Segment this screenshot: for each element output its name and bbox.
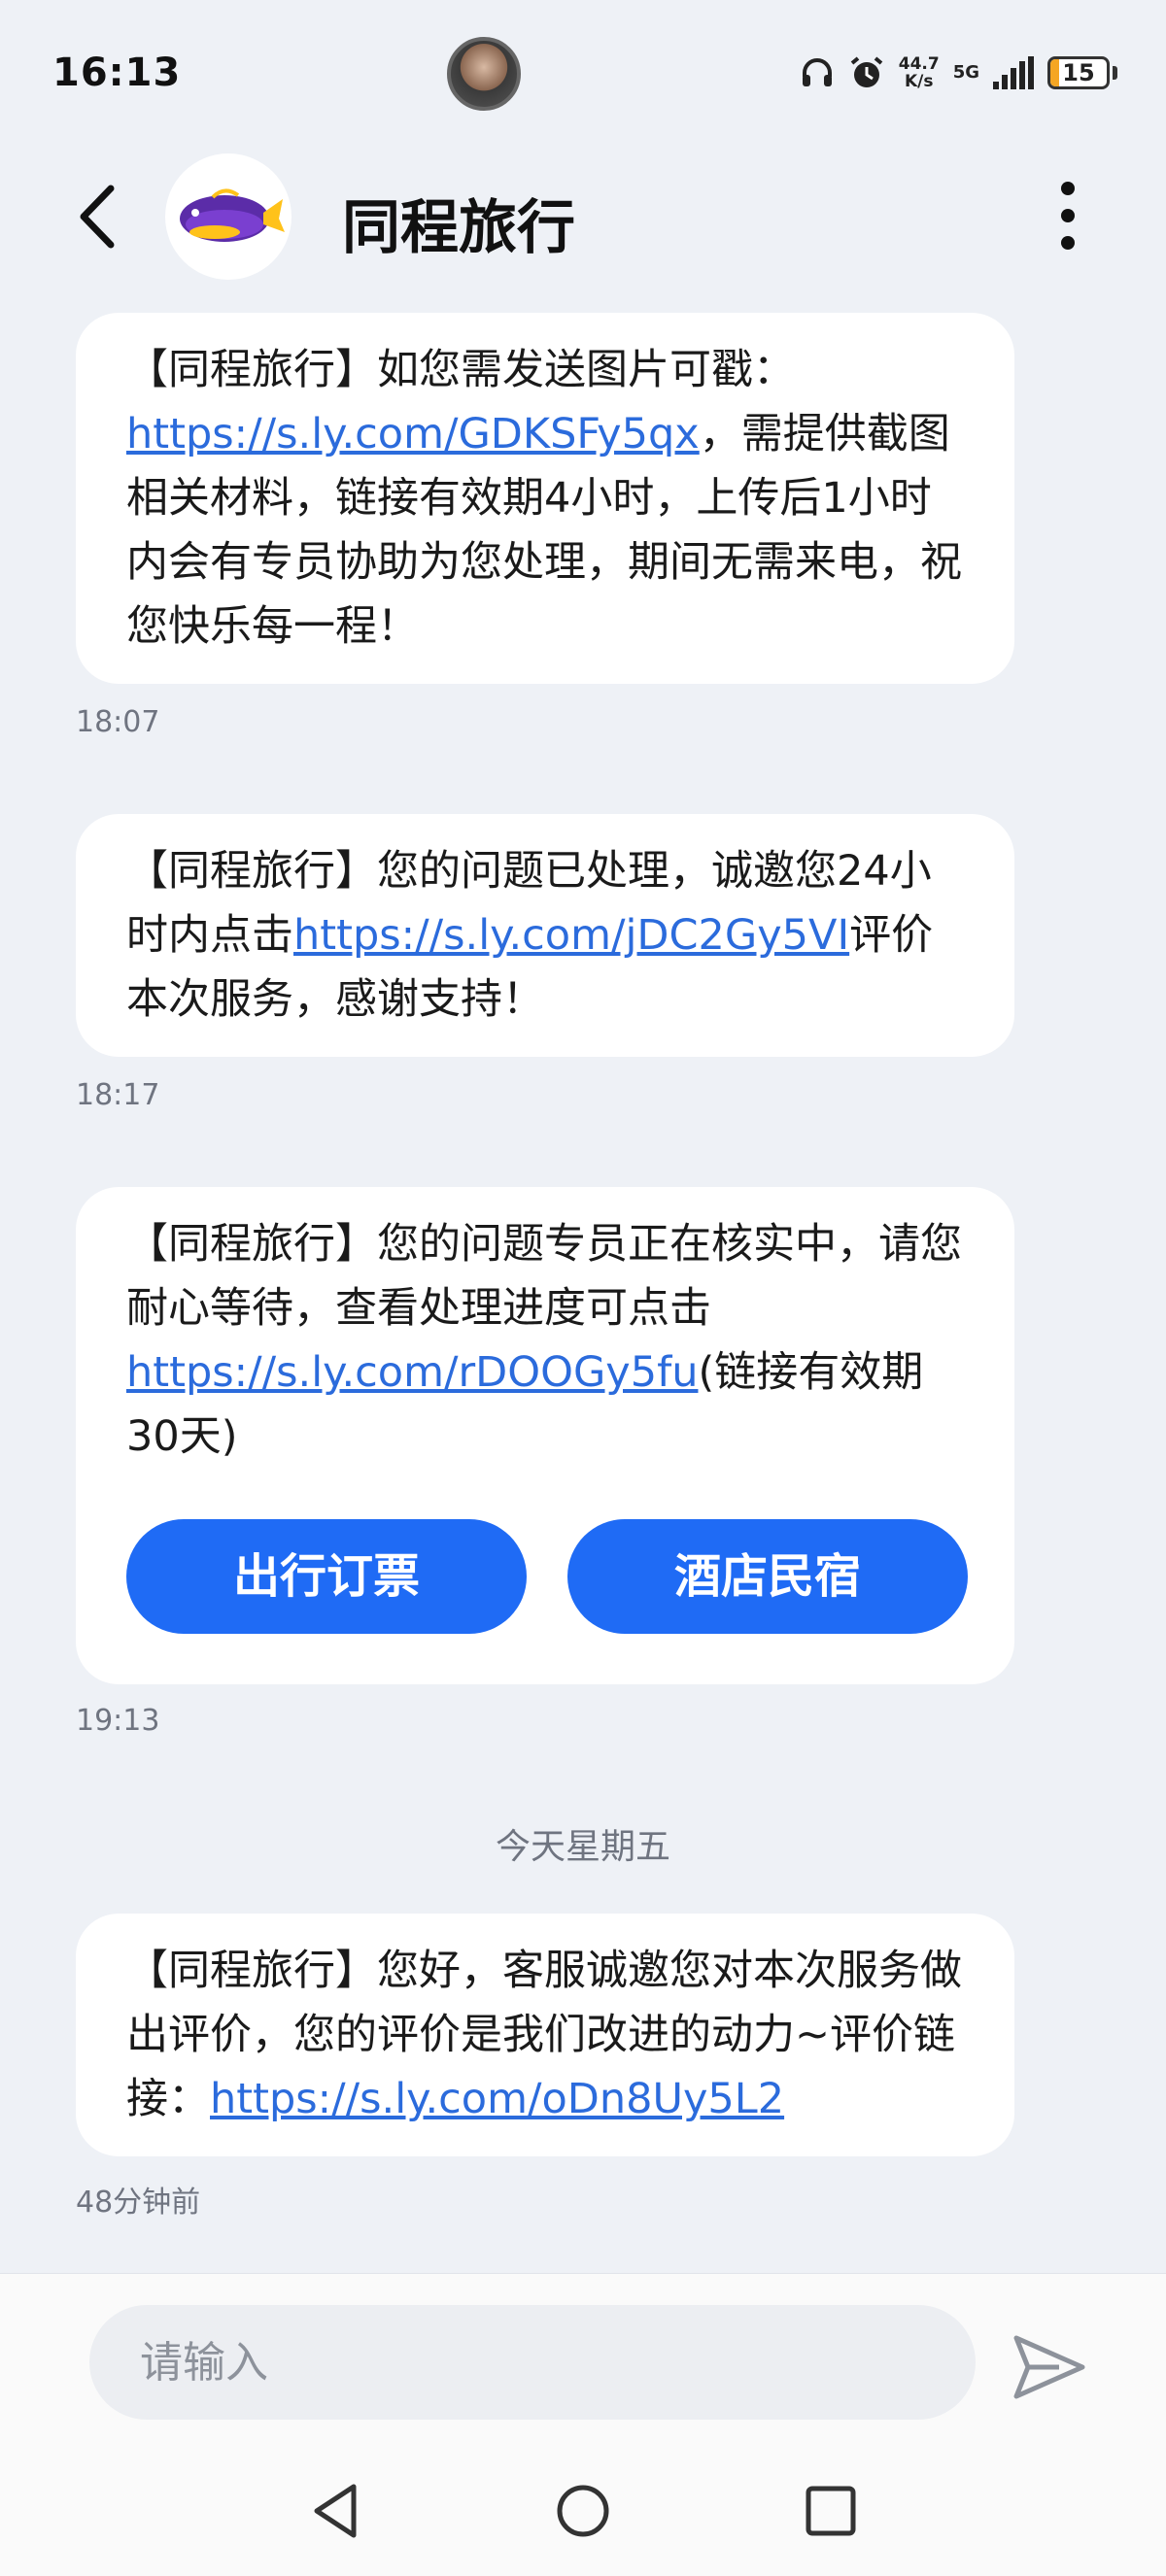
status-time: 16:13 <box>52 51 182 95</box>
message-actions: 出行订票 酒店民宿 <box>126 1519 968 1634</box>
nav-home-icon[interactable] <box>549 2477 617 2545</box>
message-bubble: 【同程旅行】您的问题专员正在核实中，请您耐心等待，查看处理进度可点击 https:… <box>76 1187 1014 1684</box>
avatar <box>447 37 521 111</box>
message-link[interactable]: https://s.ly.com/oDn8Uy5L2 <box>210 2075 784 2123</box>
more-options-icon[interactable] <box>1034 175 1102 256</box>
send-icon[interactable] <box>1011 2330 1088 2404</box>
battery-icon: 15 <box>1047 56 1110 89</box>
battery-nub <box>1113 66 1117 80</box>
signal-icon <box>993 56 1034 89</box>
system-navigation-bar <box>0 2438 1166 2576</box>
message-timestamp: 48分钟前 <box>76 2186 201 2220</box>
sms-conversation-screen: 16:13 44.7 K/s 5G 15 同程旅行 【同程旅行】如您需发送图片可… <box>0 0 1166 2576</box>
message-bubble: 【同程旅行】您好，客服诚邀您对本次服务做出评价，您的评价是我们改进的动力~评价链… <box>76 1914 1014 2156</box>
hotels-button[interactable]: 酒店民宿 <box>567 1519 968 1634</box>
message-input[interactable] <box>89 2305 976 2420</box>
message-timestamp: 18:17 <box>76 1078 160 1112</box>
back-button[interactable] <box>68 181 130 253</box>
message-text: 【同程旅行】如您需发送图片可戳： <box>126 346 795 394</box>
nav-recents-icon[interactable] <box>797 2477 865 2545</box>
message-link[interactable]: https://s.ly.com/jDC2Gy5VI <box>293 911 849 960</box>
message-timestamp: 19:13 <box>76 1704 160 1738</box>
network-speed-unit: K/s <box>904 72 934 91</box>
conversation-title: 同程旅行 <box>342 194 575 262</box>
network-type: 5G <box>952 62 979 83</box>
status-icons: 44.7 K/s 5G 15 <box>800 49 1117 97</box>
conversation-header: 同程旅行 <box>0 146 1166 282</box>
message-text: 【同程旅行】您的问题专员正在核实中，请您耐心等待，查看处理进度可点击 <box>126 1220 962 1333</box>
message-link[interactable]: https://s.ly.com/GDKSFy5qx <box>126 410 700 458</box>
message-timestamp: 18:07 <box>76 705 160 739</box>
nav-back-icon[interactable] <box>301 2477 369 2545</box>
network-speed-value: 44.7 <box>898 54 940 74</box>
message-bubble: 【同程旅行】如您需发送图片可戳： https://s.ly.com/GDKSFy5… <box>76 313 1014 684</box>
whale-logo-icon <box>180 188 285 242</box>
alarm-icon <box>850 56 883 87</box>
message-bubble: 【同程旅行】您的问题已处理，诚邀您24小时内点击https://s.ly.com… <box>76 814 1014 1057</box>
battery-level: 15 <box>1062 59 1095 86</box>
contact-avatar[interactable] <box>165 153 292 280</box>
travel-tickets-button[interactable]: 出行订票 <box>126 1519 527 1634</box>
network-speed: 44.7 K/s <box>899 55 940 90</box>
day-separator: 今天星期五 <box>495 1827 670 1867</box>
status-bar: 16:13 44.7 K/s 5G 15 <box>0 0 1166 146</box>
message-composer <box>0 2273 1166 2438</box>
headphones-icon <box>802 58 832 86</box>
message-link[interactable]: https://s.ly.com/rDOOGy5fu <box>126 1348 698 1397</box>
